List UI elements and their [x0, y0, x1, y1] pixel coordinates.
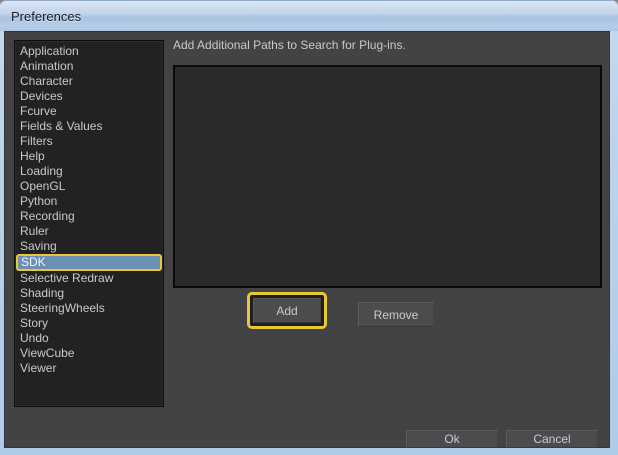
sidebar-item-python[interactable]: Python [15, 194, 163, 209]
cancel-button[interactable]: Cancel [506, 430, 598, 448]
sidebar-item-label: Shading [20, 286, 64, 300]
sidebar-item-label: Loading [20, 164, 63, 178]
sidebar-item-label: ViewCube [20, 346, 74, 360]
titlebar[interactable]: Preferences [0, 1, 618, 31]
sidebar-item-devices[interactable]: Devices [15, 89, 163, 104]
preferences-dialog: Preferences ApplicationAnimationCharacte… [0, 0, 618, 455]
sidebar-item-label: Ruler [20, 224, 49, 238]
sidebar-item-label: Fields & Values [20, 119, 102, 133]
sidebar-item-label: Recording [20, 209, 75, 223]
sidebar-item-recording[interactable]: Recording [15, 209, 163, 224]
sidebar-item-ruler[interactable]: Ruler [15, 224, 163, 239]
sidebar-item-label: SteeringWheels [20, 301, 105, 315]
window-title: Preferences [11, 1, 81, 31]
sidebar-item-label: Devices [20, 89, 63, 103]
add-button-highlight: Add [247, 292, 327, 329]
sidebar-item-label: Filters [20, 134, 53, 148]
sidebar-item-opengl[interactable]: OpenGL [15, 179, 163, 194]
sidebar-item-label: Fcurve [20, 104, 57, 118]
sidebar-item-shading[interactable]: Shading [15, 286, 163, 301]
sidebar-item-label: Saving [20, 239, 57, 253]
sidebar-item-label: Story [20, 316, 48, 330]
sidebar-item-label: Character [20, 74, 73, 88]
sidebar-item-label: Selective Redraw [20, 271, 113, 285]
sidebar-item-fields-values[interactable]: Fields & Values [15, 119, 163, 134]
dialog-content: ApplicationAnimationCharacterDevicesFcur… [4, 31, 610, 448]
ok-button[interactable]: Ok [406, 430, 498, 448]
sidebar-item-fcurve[interactable]: Fcurve [15, 104, 163, 119]
sidebar-item-loading[interactable]: Loading [15, 164, 163, 179]
sidebar-item-label: Undo [20, 331, 49, 345]
sidebar-item-saving[interactable]: Saving [15, 239, 163, 254]
remove-button[interactable]: Remove [358, 302, 434, 327]
sidebar-item-application[interactable]: Application [15, 44, 163, 59]
sidebar-item-steeringwheels[interactable]: SteeringWheels [15, 301, 163, 316]
sidebar-item-viewcube[interactable]: ViewCube [15, 346, 163, 361]
sidebar-item-help[interactable]: Help [15, 149, 163, 164]
sidebar-item-animation[interactable]: Animation [15, 59, 163, 74]
sidebar-item-character[interactable]: Character [15, 74, 163, 89]
sidebar-item-label: Help [20, 149, 45, 163]
category-list[interactable]: ApplicationAnimationCharacterDevicesFcur… [14, 40, 164, 407]
sidebar-item-viewer[interactable]: Viewer [15, 361, 163, 376]
sidebar-item-filters[interactable]: Filters [15, 134, 163, 149]
sidebar-item-label: Python [20, 194, 57, 208]
sidebar-item-label: Animation [20, 59, 73, 73]
sidebar-item-undo[interactable]: Undo [15, 331, 163, 346]
plugin-paths-list[interactable] [173, 65, 602, 288]
sidebar-item-selective-redraw[interactable]: Selective Redraw [15, 271, 163, 286]
add-button[interactable]: Add [253, 298, 321, 323]
sidebar-item-story[interactable]: Story [15, 316, 163, 331]
sidebar-item-label: OpenGL [20, 179, 65, 193]
sidebar-item-label: Viewer [20, 361, 56, 375]
sidebar-item-label: SDK [21, 255, 46, 269]
plugin-paths-instruction: Add Additional Paths to Search for Plug-… [173, 38, 406, 52]
sidebar-item-sdk[interactable]: SDK [16, 254, 162, 271]
sidebar-item-label: Application [20, 44, 79, 58]
